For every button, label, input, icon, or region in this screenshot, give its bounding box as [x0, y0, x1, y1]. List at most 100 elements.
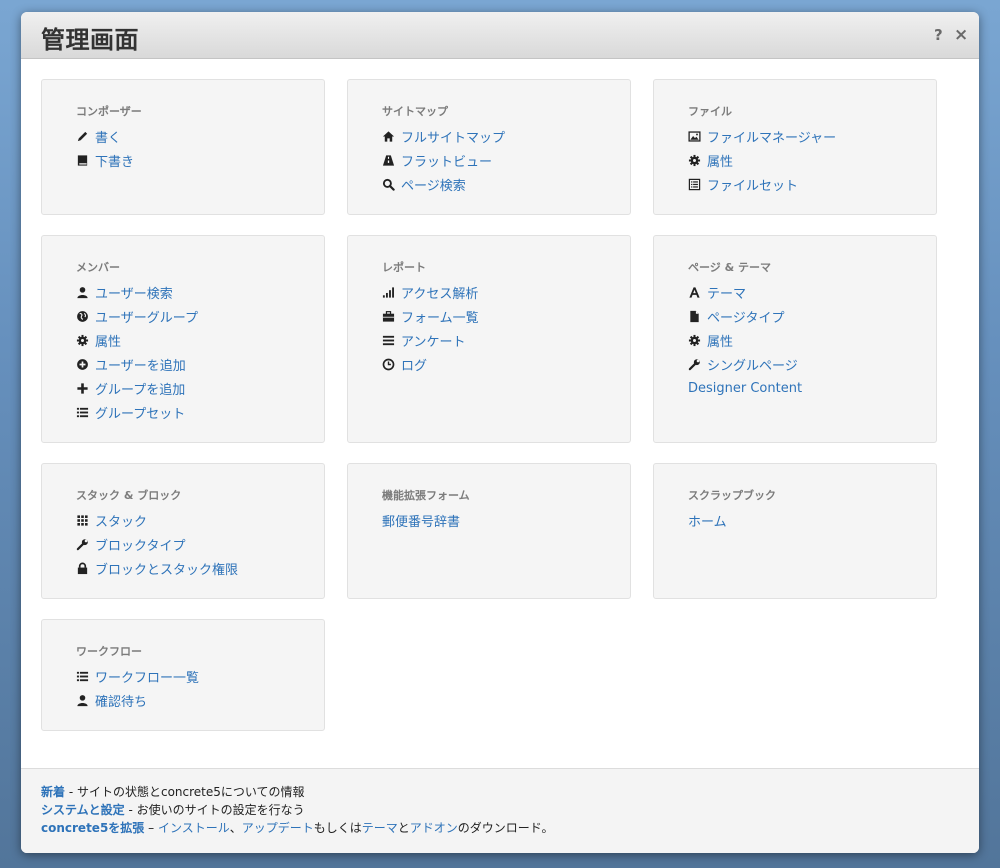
- menu-link-user-search[interactable]: ユーザー検索: [95, 283, 173, 302]
- addons-link[interactable]: アドオン: [410, 821, 458, 835]
- menu-link-full-sitemap[interactable]: フルサイトマップ: [401, 127, 505, 146]
- list-item[interactable]: 属性: [688, 328, 802, 352]
- list-item[interactable]: シングルページ: [688, 352, 802, 376]
- list-item[interactable]: テーマ: [688, 280, 802, 304]
- list-item[interactable]: ユーザーグループ: [76, 304, 198, 328]
- close-button[interactable]: ×: [954, 26, 968, 44]
- extend-separator: –: [144, 821, 158, 835]
- menu-link-block-stack-permissions[interactable]: ブロックとスタック権限: [95, 559, 238, 578]
- list-item[interactable]: ワークフロー一覧: [76, 664, 199, 688]
- list-item[interactable]: ログ: [382, 352, 479, 376]
- list-icon: [76, 406, 89, 419]
- panel-title: スタック & ブロック: [76, 489, 182, 502]
- panel-sitemap: サイトマップ フルサイトマップ フラットビュー ページ検索: [347, 79, 631, 215]
- extend-concrete5-link[interactable]: concrete5を拡張: [41, 821, 144, 835]
- menu-link-file-sets[interactable]: ファイルセット: [707, 175, 798, 194]
- menu-link-add-group[interactable]: グループを追加: [95, 379, 185, 398]
- panel-title: ワークフロー: [76, 645, 142, 658]
- menu-link-page-types[interactable]: ページタイプ: [707, 307, 784, 326]
- list-item[interactable]: 属性: [76, 328, 198, 352]
- globe-icon: [76, 310, 89, 323]
- menu-link-waiting-approval[interactable]: 確認待ち: [95, 691, 147, 710]
- menu-link-group-sets[interactable]: グループセット: [95, 403, 185, 422]
- user-icon: [76, 286, 89, 299]
- clock-icon: [382, 358, 395, 371]
- list-item[interactable]: ユーザーを追加: [76, 352, 198, 376]
- system-settings-link[interactable]: システムと設定: [41, 803, 125, 817]
- list-item[interactable]: フルサイトマップ: [382, 124, 505, 148]
- list-item[interactable]: ファイルセット: [688, 172, 836, 196]
- menu-link-form-list[interactable]: フォーム一覧: [401, 307, 479, 326]
- menu-link-postal-code-dictionary[interactable]: 郵便番号辞書: [382, 511, 460, 530]
- menu-link-flat-view[interactable]: フラットビュー: [401, 151, 492, 170]
- home-icon: [382, 130, 395, 143]
- menu-link-add-user[interactable]: ユーザーを追加: [95, 355, 186, 374]
- menu-link-write[interactable]: 書く: [95, 127, 121, 146]
- wrench-icon: [688, 358, 701, 371]
- panel-pages-themes: ページ & テーマ テーマ ページタイプ 属性 シングルページ Designer…: [653, 235, 937, 443]
- menu-link-drafts[interactable]: 下書き: [95, 151, 134, 170]
- panel-title: コンポーザー: [76, 105, 142, 118]
- menu-link-user-groups[interactable]: ユーザーグループ: [95, 307, 198, 326]
- list-item[interactable]: ユーザー検索: [76, 280, 198, 304]
- list-item[interactable]: フォーム一覧: [382, 304, 479, 328]
- news-link[interactable]: 新着: [41, 785, 65, 799]
- plus-circle-icon: [76, 358, 89, 371]
- list-item[interactable]: ファイルマネージャー: [688, 124, 836, 148]
- menu-link-block-types[interactable]: ブロックタイプ: [95, 535, 185, 554]
- gear-icon: [76, 334, 89, 347]
- list-item[interactable]: グループを追加: [76, 376, 198, 400]
- news-description: - サイトの状態とconcrete5についての情報: [65, 785, 305, 799]
- list-item[interactable]: ページタイプ: [688, 304, 802, 328]
- panel-extended-form: 機能拡張フォーム 郵便番号辞書: [347, 463, 631, 599]
- list-alt-icon: [688, 178, 701, 191]
- menu-link-scrapbook-home[interactable]: ホーム: [688, 511, 727, 530]
- list-item[interactable]: スタック: [76, 508, 238, 532]
- list-item[interactable]: 確認待ち: [76, 688, 199, 712]
- menu-link-file-manager[interactable]: ファイルマネージャー: [707, 127, 836, 146]
- menu-link-themes[interactable]: テーマ: [707, 283, 746, 302]
- list-item[interactable]: アンケート: [382, 328, 479, 352]
- menu-link-page-search[interactable]: ページ検索: [401, 175, 466, 194]
- titlebar: 管理画面 ? ×: [21, 12, 979, 59]
- panel-stacks-blocks: スタック & ブロック スタック ブロックタイプ ブロックとスタック権限: [41, 463, 325, 599]
- menu-link-file-attributes[interactable]: 属性: [707, 151, 733, 170]
- list-item[interactable]: ホーム: [688, 508, 727, 532]
- list-item[interactable]: ブロックタイプ: [76, 532, 238, 556]
- menu-link-designer-content[interactable]: Designer Content: [688, 381, 802, 396]
- list-item[interactable]: フラットビュー: [382, 148, 505, 172]
- themes-link[interactable]: テーマ: [362, 821, 398, 835]
- menu-link-access-analysis[interactable]: アクセス解析: [401, 283, 478, 302]
- panel-title: レポート: [382, 261, 426, 274]
- list-item[interactable]: ブロックとスタック権限: [76, 556, 238, 580]
- menu-link-user-attributes[interactable]: 属性: [95, 331, 121, 350]
- panel-title: 機能拡張フォーム: [382, 489, 470, 502]
- menu-link-logs[interactable]: ログ: [401, 355, 427, 374]
- list-item[interactable]: 属性: [688, 148, 836, 172]
- panel-title: サイトマップ: [382, 105, 448, 118]
- list-icon: [76, 670, 89, 683]
- panel-scrapbook: スクラップブック ホーム: [653, 463, 937, 599]
- font-icon: [688, 286, 701, 299]
- footer-extend-line: concrete5を拡張 – インストール、アップデートもしくはテーマとアドオン…: [41, 819, 554, 836]
- menu-link-workflow-list[interactable]: ワークフロー一覧: [95, 667, 199, 686]
- panel-reports: レポート アクセス解析 フォーム一覧 アンケート ログ: [347, 235, 631, 443]
- list-item[interactable]: 書く: [76, 124, 134, 148]
- list-item[interactable]: アクセス解析: [382, 280, 479, 304]
- list-item[interactable]: グループセット: [76, 400, 198, 424]
- update-link[interactable]: アップデート: [242, 821, 314, 835]
- list-item[interactable]: 下書き: [76, 148, 134, 172]
- list-item[interactable]: Designer Content: [688, 376, 802, 400]
- menu-link-stacks[interactable]: スタック: [95, 511, 147, 530]
- install-link[interactable]: インストール: [158, 821, 230, 835]
- menu-link-single-pages[interactable]: シングルページ: [707, 355, 798, 374]
- menu-link-survey[interactable]: アンケート: [401, 331, 465, 350]
- grid-icon: [76, 514, 89, 527]
- panel-title: ファイル: [688, 105, 732, 118]
- road-icon: [382, 154, 395, 167]
- help-button[interactable]: ?: [934, 26, 943, 44]
- panel-title: ページ & テーマ: [688, 261, 772, 274]
- menu-link-page-attributes[interactable]: 属性: [707, 331, 733, 350]
- list-item[interactable]: 郵便番号辞書: [382, 508, 460, 532]
- list-item[interactable]: ページ検索: [382, 172, 505, 196]
